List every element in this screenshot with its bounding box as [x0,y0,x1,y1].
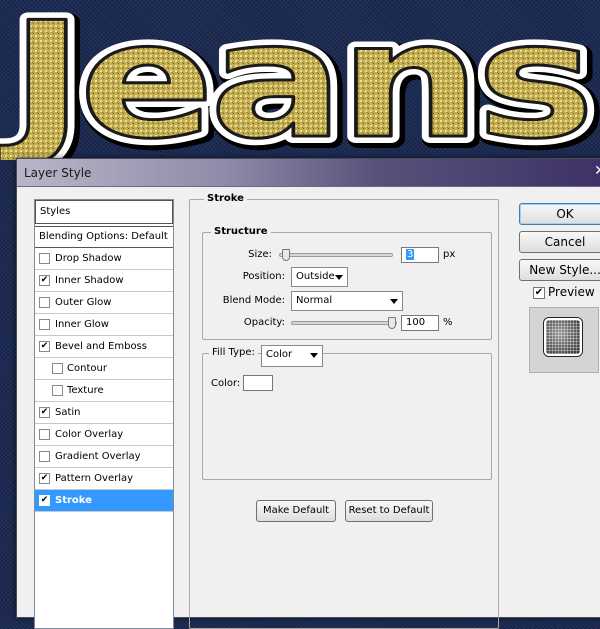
styles-list: Styles Blending Options: Default Drop Sh… [34,199,174,629]
opacity-label: Opacity: [243,317,285,328]
effect-item-gradient-overlay[interactable]: Gradient Overlay [35,446,173,468]
effect-label: Texture [67,385,104,396]
blending-options-item[interactable]: Blending Options: Default [35,226,173,248]
effect-label: Bevel and Emboss [55,341,147,352]
effect-checkbox[interactable]: ✔ [39,407,50,418]
stroke-color-swatch[interactable] [243,375,273,391]
layer-style-dialog: Layer Style ✕ Styles Blending Options: D… [16,158,600,629]
effect-label: Outer Glow [55,297,112,308]
opacity-unit: % [443,317,453,328]
effect-label: Contour [67,363,107,374]
effect-item-inner-shadow[interactable]: ✔ Inner Shadow [35,270,173,292]
stroke-section-title: Stroke [204,193,247,204]
opacity-input[interactable]: 100 [401,315,439,331]
jeans-artwork: Jeans Jeans Jeans [0,0,600,160]
size-slider[interactable] [279,249,393,261]
effect-checkbox[interactable] [39,297,50,308]
dialog-titlebar[interactable]: Layer Style ✕ [17,159,600,187]
dialog-client-area: Styles Blending Options: Default Drop Sh… [17,187,600,629]
opacity-slider[interactable] [291,317,397,329]
effect-checkbox[interactable]: ✔ [39,341,50,352]
jeans-fill-text: Jeans [0,0,590,160]
effect-item-contour[interactable]: Contour [35,358,173,380]
effect-label: Inner Glow [55,319,109,330]
fill-type-dropdown[interactable]: Color [261,345,323,367]
effect-item-drop-shadow[interactable]: Drop Shadow [35,248,173,270]
effect-item-color-overlay[interactable]: Color Overlay [35,424,173,446]
effect-item-inner-glow[interactable]: Inner Glow [35,314,173,336]
effect-checkbox[interactable] [52,385,63,396]
opacity-slider-thumb[interactable] [388,317,396,329]
fill-group: Fill Type: Color Color: [202,345,492,480]
effect-item-stroke[interactable]: ✔ Stroke [35,490,173,512]
effects-list: Drop Shadow ✔ Inner Shadow Outer Glow Inner … [35,248,173,512]
effect-checkbox[interactable] [39,253,50,264]
effect-label: Color Overlay [55,429,124,440]
chevron-down-icon [310,353,318,358]
effect-label: Drop Shadow [55,253,122,264]
effect-item-pattern-overlay[interactable]: ✔ Pattern Overlay [35,468,173,490]
position-label: Position: [242,271,285,282]
effect-checkbox[interactable] [39,451,50,462]
structure-title: Structure [211,226,271,237]
effect-checkbox[interactable] [52,363,63,374]
effect-label: Pattern Overlay [55,473,134,484]
preview-checkbox[interactable]: ✔ [533,287,545,299]
blend-mode-dropdown[interactable]: Normal [291,291,403,311]
effect-item-bevel-and-emboss[interactable]: ✔ Bevel and Emboss [35,336,173,358]
effect-item-texture[interactable]: Texture [35,380,173,402]
effect-label: Satin [55,407,81,418]
reset-to-default-button[interactable]: Reset to Default [345,500,433,522]
size-unit: px [443,249,456,260]
close-icon[interactable]: ✕ [590,162,600,180]
chevron-down-icon [335,275,343,280]
effect-checkbox[interactable] [39,319,50,330]
jeans-artwork-svg: Jeans Jeans Jeans [0,0,600,160]
effect-checkbox[interactable]: ✔ [39,473,50,484]
ok-button[interactable]: OK [519,203,600,225]
fill-type-label: Fill Type: [209,347,258,358]
structure-group: Structure Size: 3 px Position: Outside B… [202,226,492,340]
chevron-down-icon [390,299,398,304]
size-slider-thumb[interactable] [282,249,290,261]
make-default-button[interactable]: Make Default [256,500,336,522]
preview-label: Preview [548,285,595,299]
effect-item-satin[interactable]: ✔ Satin [35,402,173,424]
effect-label: Gradient Overlay [55,451,141,462]
blend-mode-label: Blend Mode: [222,295,285,306]
effect-item-outer-glow[interactable]: Outer Glow [35,292,173,314]
size-input[interactable]: 3 [401,247,439,263]
position-dropdown[interactable]: Outside [291,267,348,287]
size-label: Size: [248,249,272,260]
effect-checkbox[interactable]: ✔ [39,275,50,286]
cancel-button[interactable]: Cancel [519,231,600,253]
effect-checkbox[interactable]: ✔ [39,495,50,506]
stroke-panel: Stroke Structure Size: 3 px Position: Ou… [189,193,499,629]
preview-thumbnail [529,307,599,373]
preview-swatch [544,318,582,356]
color-label: Color: [211,378,241,389]
styles-header[interactable]: Styles [35,200,173,224]
new-style-button[interactable]: New Style... [519,259,600,281]
effect-label: Inner Shadow [55,275,124,286]
effect-checkbox[interactable] [39,429,50,440]
effect-label: Stroke [55,495,92,506]
dialog-title: Layer Style [24,166,92,180]
